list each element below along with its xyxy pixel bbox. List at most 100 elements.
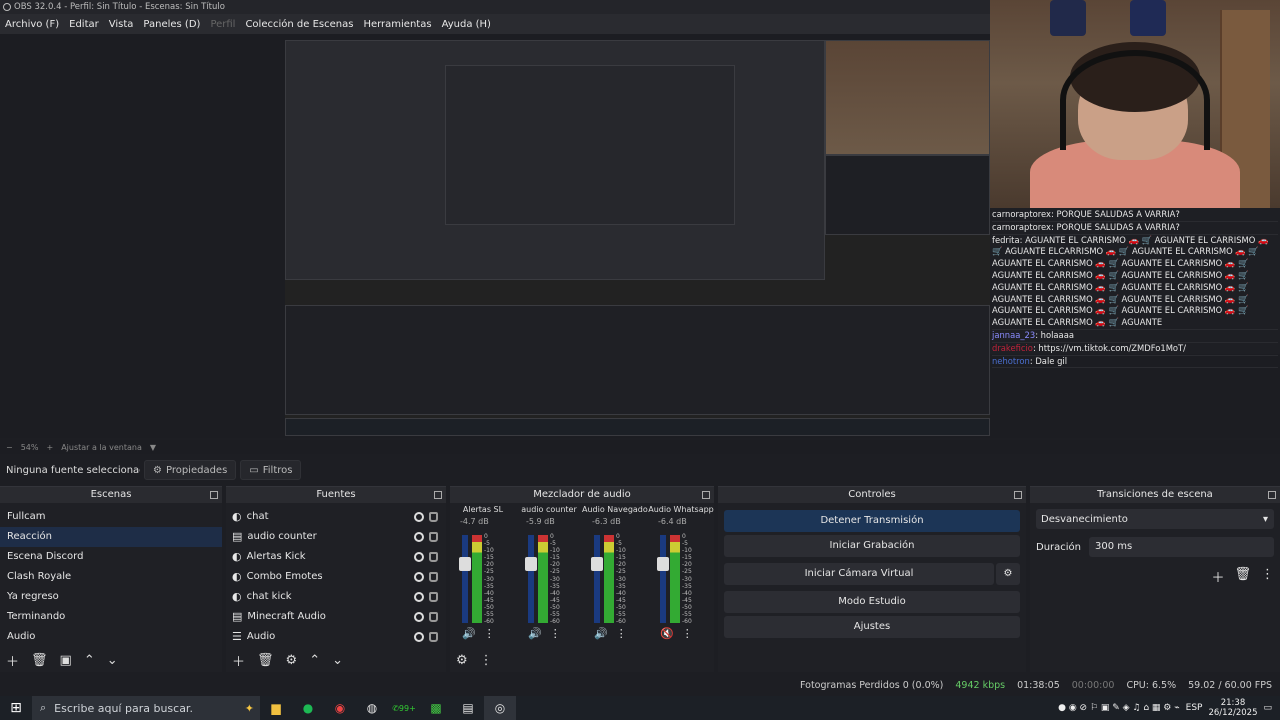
menu-dots-icon[interactable]: ⋮: [616, 627, 627, 640]
menu-dots-icon[interactable]: ⋮: [1261, 567, 1274, 586]
start-recording-button[interactable]: Iniciar Grabación: [724, 535, 1020, 557]
store-icon[interactable]: ▤: [452, 696, 484, 720]
lock-icon[interactable]: [429, 512, 438, 522]
move-up-icon[interactable]: ⌃: [309, 653, 320, 668]
menu-perfil[interactable]: Perfil: [205, 19, 240, 30]
visibility-eye-icon[interactable]: [414, 592, 424, 602]
clock[interactable]: 21:38 26/12/2025: [1208, 698, 1257, 718]
studio-mode-button[interactable]: Modo Estudio: [724, 591, 1020, 613]
chrome-icon[interactable]: ◉: [324, 696, 356, 720]
undock-icon[interactable]: [1014, 491, 1022, 499]
obs-active-icon[interactable]: ◎: [484, 696, 516, 720]
move-up-icon[interactable]: ⌃: [84, 653, 95, 668]
speaker-icon[interactable]: 🔊: [594, 627, 608, 640]
menu-herramientas[interactable]: Herramientas: [358, 19, 436, 30]
preview-canvas[interactable]: [285, 40, 990, 436]
scene-item[interactable]: Ya regreso: [0, 587, 222, 607]
move-down-icon[interactable]: ⌄: [332, 653, 343, 668]
menu-archivo[interactable]: Archivo (F): [0, 19, 64, 30]
lock-icon[interactable]: [429, 612, 438, 622]
add-icon[interactable]: ＋: [6, 651, 19, 670]
menu-dots-icon[interactable]: ⋮: [480, 653, 493, 668]
spotify-icon[interactable]: ●: [292, 696, 324, 720]
source-item[interactable]: ◐ Alertas Kick: [226, 547, 446, 567]
lock-icon[interactable]: [429, 552, 438, 562]
visibility-eye-icon[interactable]: [414, 512, 424, 522]
visibility-eye-icon[interactable]: [414, 612, 424, 622]
menu-dots-icon[interactable]: ⋮: [550, 627, 561, 640]
source-item[interactable]: ▤ audio counter: [226, 527, 446, 547]
add-icon[interactable]: ＋: [1211, 567, 1224, 586]
scene-item[interactable]: Clash Royale: [0, 567, 222, 587]
volume-slider-track[interactable]: [462, 535, 468, 623]
transition-select[interactable]: Desvanecimiento ▾: [1036, 509, 1274, 529]
gear-icon[interactable]: ⚙: [286, 653, 298, 668]
trash-icon[interactable]: 🗑: [31, 653, 48, 668]
notifications-icon[interactable]: ▭: [1263, 703, 1272, 713]
add-icon[interactable]: ＋: [232, 651, 245, 670]
undock-icon[interactable]: [702, 491, 710, 499]
scene-item[interactable]: Escena Discord: [0, 547, 222, 567]
filter-icon[interactable]: ▣: [60, 653, 72, 668]
speaker-icon[interactable]: 🔊: [528, 627, 542, 640]
zoom-minus-icon[interactable]: −: [6, 443, 13, 452]
visibility-eye-icon[interactable]: [414, 552, 424, 562]
duration-input[interactable]: 300 ms: [1089, 537, 1274, 557]
zoom-percent[interactable]: 54%: [21, 443, 39, 452]
virtual-camera-settings-button[interactable]: ⚙: [996, 563, 1020, 585]
undock-icon[interactable]: [210, 491, 218, 499]
muted-speaker-icon[interactable]: 🔇: [660, 627, 674, 640]
settings-button[interactable]: Ajustes: [724, 616, 1020, 638]
source-item[interactable]: ☰ Audio: [226, 627, 446, 647]
filters-button[interactable]: ▭ Filtros: [240, 460, 302, 480]
language-indicator[interactable]: ESP: [1186, 703, 1203, 713]
windows-start-icon[interactable]: ⊞: [0, 696, 32, 720]
trash-icon[interactable]: 🗑: [1234, 567, 1251, 586]
lock-icon[interactable]: [429, 532, 438, 542]
menu-vista[interactable]: Vista: [104, 19, 139, 30]
file-explorer-icon[interactable]: ▆: [260, 696, 292, 720]
visibility-eye-icon[interactable]: [414, 572, 424, 582]
trash-icon[interactable]: 🗑: [257, 653, 274, 668]
zoom-fit[interactable]: Ajustar a la ventana: [61, 443, 142, 452]
menu-dots-icon[interactable]: ⋮: [484, 627, 495, 640]
visibility-eye-icon[interactable]: [414, 532, 424, 542]
visibility-eye-icon[interactable]: [414, 632, 424, 642]
stop-stream-button[interactable]: Detener Transmisión: [724, 510, 1020, 532]
taskbar-search[interactable]: ⌕ Escribe aquí para buscar. ✦: [32, 696, 260, 720]
volume-fader-handle[interactable]: [657, 557, 669, 571]
scene-item[interactable]: Reacción: [0, 527, 222, 547]
source-item[interactable]: ▤ Minecraft Audio: [226, 607, 446, 627]
scene-item[interactable]: Audio: [0, 627, 222, 647]
undock-icon[interactable]: [1268, 491, 1276, 499]
lock-icon[interactable]: [429, 632, 438, 642]
zoom-plus-icon[interactable]: +: [46, 443, 53, 452]
menu-ayuda[interactable]: Ayuda (H): [437, 19, 496, 30]
volume-fader-handle[interactable]: [591, 557, 603, 571]
source-item[interactable]: ◐ Combo Emotes: [226, 567, 446, 587]
volume-slider-track[interactable]: [594, 535, 600, 623]
scene-item[interactable]: Terminando: [0, 607, 222, 627]
source-item[interactable]: ◐ chat kick: [226, 587, 446, 607]
scene-item[interactable]: Fullcam: [0, 507, 222, 527]
volume-fader-handle[interactable]: [525, 557, 537, 571]
undock-icon[interactable]: [434, 491, 442, 499]
move-down-icon[interactable]: ⌄: [107, 653, 118, 668]
obs-taskbar-icon[interactable]: ◍: [356, 696, 388, 720]
lock-icon[interactable]: [429, 592, 438, 602]
whatsapp-icon[interactable]: ✆ 99+: [388, 696, 420, 720]
menu-coleccion-escenas[interactable]: Colección de Escenas: [240, 19, 358, 30]
volume-slider-track[interactable]: [528, 535, 534, 623]
menu-dots-icon[interactable]: ⋮: [682, 627, 693, 640]
tray-icons[interactable]: ● ◉ ⊘ ⚐ ▣ ✎ ◈ ♫ ⌂ ▦ ⚙ ⌁: [1058, 703, 1180, 713]
chevron-down-icon[interactable]: ▼: [150, 443, 156, 452]
properties-button[interactable]: ⚙ Propiedades: [144, 460, 237, 480]
minecraft-icon[interactable]: ▩: [420, 696, 452, 720]
menu-editar[interactable]: Editar: [64, 19, 104, 30]
advanced-audio-icon[interactable]: ⚙: [456, 653, 468, 668]
lock-icon[interactable]: [429, 572, 438, 582]
volume-slider-track[interactable]: [660, 535, 666, 623]
virtual-camera-button[interactable]: Iniciar Cámara Virtual: [724, 563, 994, 585]
menu-paneles[interactable]: Paneles (D): [138, 19, 205, 30]
speaker-icon[interactable]: 🔊: [462, 627, 476, 640]
